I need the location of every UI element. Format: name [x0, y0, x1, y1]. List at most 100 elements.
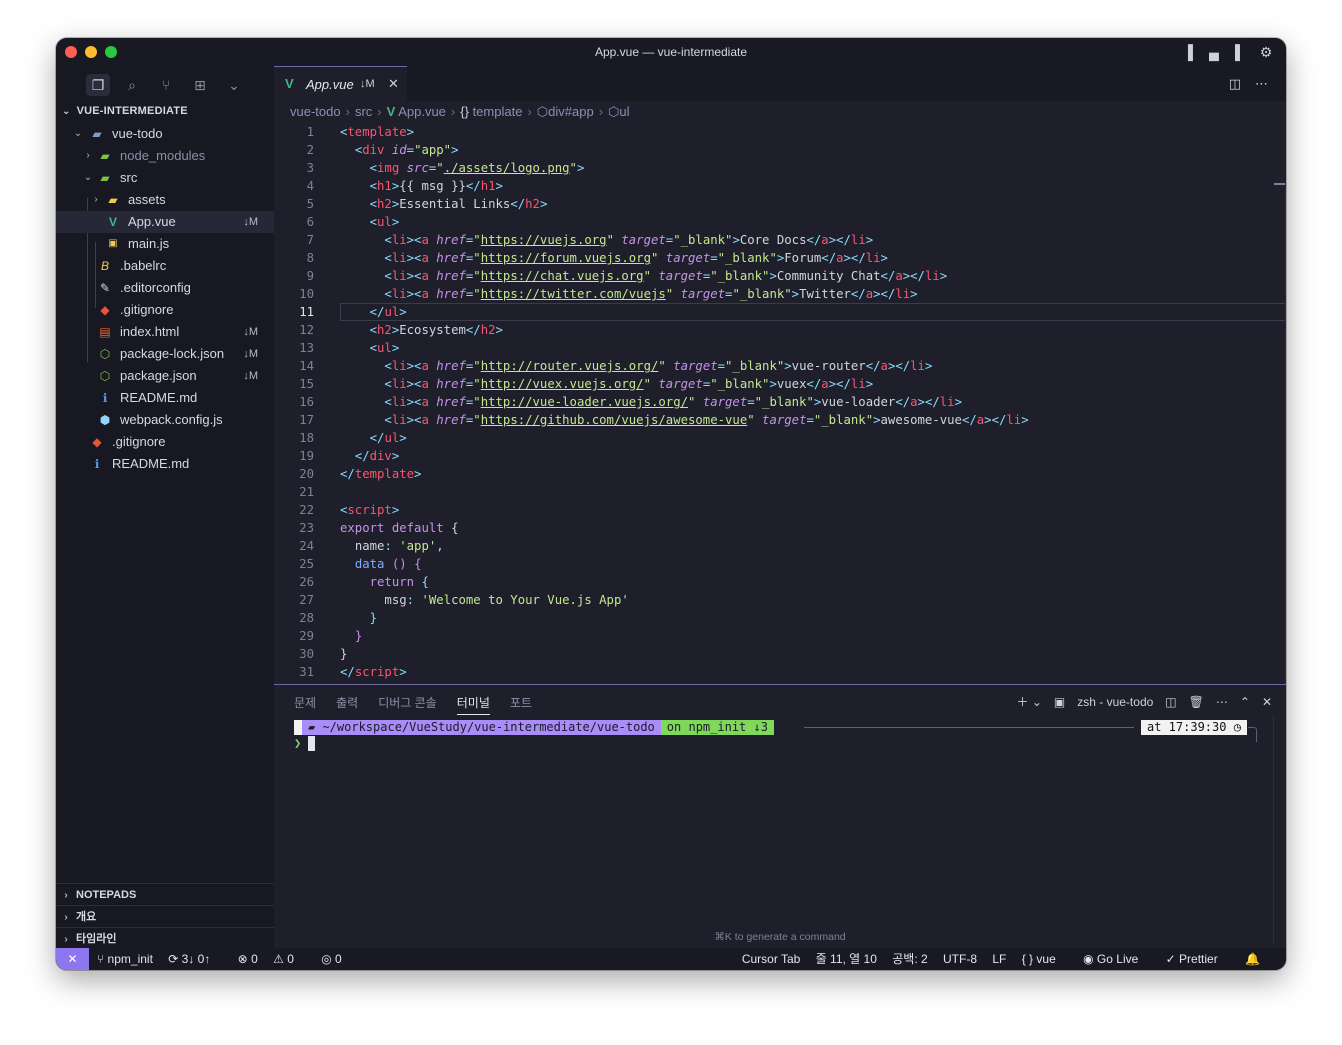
- tab-close-icon[interactable]: ✕: [388, 76, 399, 92]
- line-number: 17: [299, 413, 314, 427]
- folder-icon: ▰: [308, 720, 323, 734]
- prettier-status[interactable]: ✓ Prettier: [1166, 952, 1230, 966]
- code-line: export default {: [340, 521, 459, 535]
- tree-file-gitignore-root[interactable]: ◆ .gitignore: [56, 431, 274, 453]
- explorer-files-icon[interactable]: ❐: [86, 74, 110, 96]
- section-outline[interactable]: › 개요: [56, 905, 274, 928]
- problems-status[interactable]: ⊗ 0 ⚠ 0: [238, 952, 306, 966]
- folder-open-icon: ▰: [92, 127, 102, 141]
- extensions-icon[interactable]: ⊞: [188, 74, 212, 96]
- tree-folder-node-modules[interactable]: › ▰ node_modules: [56, 145, 274, 167]
- toggle-sidebar-icon[interactable]: ▐: [1180, 44, 1196, 60]
- branch-status[interactable]: ⑂ npm_init ⟳ 3↓ 0↑: [97, 952, 222, 966]
- js-file-icon: ▣: [108, 238, 118, 249]
- code-line: <template>: [340, 125, 415, 139]
- tab-app-vue[interactable]: V App.vue ↓M ✕: [274, 66, 407, 102]
- new-terminal-plus-icon[interactable]: ＋ ⌄: [1017, 693, 1042, 710]
- code-line: <h2>Ecosystem</h2>: [369, 323, 503, 337]
- webpack-icon: ⬢: [99, 413, 111, 427]
- tree-file-babelrc[interactable]: B .babelrc: [56, 255, 274, 277]
- code-editor[interactable]: 1 2 3 4 5 6 7 8 9 10 11 12 13 14 15 16 1…: [274, 123, 1286, 740]
- tree-file-main-js[interactable]: ▣ main.js: [56, 233, 274, 255]
- split-editor-icon[interactable]: ◫: [1229, 76, 1241, 92]
- breadcrumb-item[interactable]: ul: [619, 104, 629, 119]
- breadcrumb-item[interactable]: div#app: [548, 104, 594, 119]
- tree-file-readme-src[interactable]: ℹ README.md: [56, 387, 274, 409]
- indentation-status[interactable]: 공백: 2: [892, 952, 927, 966]
- section-notepads[interactable]: › NOTEPADS: [56, 883, 274, 906]
- explorer-sidebar: ❐ ⌕ ⑂ ⊞ ⌄ ⌄ VUE-INTERMEDIATE ⌄ ▰ vue-todo…: [56, 66, 274, 948]
- tab-problems[interactable]: 문제: [294, 694, 316, 715]
- tree-file-index-html[interactable]: ▤ index.html ↓M: [56, 321, 274, 343]
- eol-status[interactable]: LF: [992, 952, 1006, 966]
- line-number: 31: [299, 665, 314, 679]
- encoding-status[interactable]: UTF-8: [943, 952, 977, 966]
- info-icon: ℹ: [94, 457, 100, 471]
- more-views-chevron-icon[interactable]: ⌄: [222, 74, 246, 96]
- tree-folder-src[interactable]: ⌄ ▰ src: [56, 167, 274, 189]
- source-control-icon[interactable]: ⑂: [154, 74, 178, 96]
- settings-gear-icon[interactable]: ⚙: [1258, 44, 1274, 60]
- code-line: }: [340, 647, 348, 661]
- braces-icon: {}: [460, 104, 469, 119]
- close-panel-icon[interactable]: ✕: [1262, 695, 1272, 709]
- line-number-current: 11: [299, 305, 314, 319]
- tree-folder-vue-todo[interactable]: ⌄ ▰ vue-todo: [56, 123, 274, 145]
- split-terminal-icon[interactable]: ◫: [1165, 695, 1176, 709]
- editor-scrollbar[interactable]: [1285, 180, 1286, 740]
- tab-debug-console[interactable]: 디버그 콘솔: [378, 694, 437, 715]
- tree-folder-assets[interactable]: › ▰ assets: [56, 189, 274, 211]
- terminal-cursor[interactable]: [308, 736, 315, 751]
- more-icon[interactable]: ⋯: [1216, 695, 1228, 709]
- terminal-scrollbar[interactable]: [1273, 715, 1286, 945]
- tab-ports[interactable]: 포트: [510, 694, 532, 715]
- explorer-root-title[interactable]: ⌄ VUE-INTERMEDIATE: [62, 105, 188, 117]
- breadcrumb-item[interactable]: App.vue: [398, 104, 446, 119]
- prompt-time: at 17:39:30 ◷: [1141, 720, 1247, 735]
- vue-file-icon: V: [285, 76, 294, 91]
- element-icon: ⬡: [608, 104, 620, 119]
- toggle-panel-icon[interactable]: ▄: [1206, 44, 1222, 60]
- go-live-button[interactable]: ◉ Go Live: [1083, 952, 1150, 966]
- code-line: <ul>: [369, 215, 400, 229]
- tree-file-readme-root[interactable]: ℹ README.md: [56, 453, 274, 475]
- tab-terminal[interactable]: 터미널: [456, 694, 490, 715]
- breadcrumb-item[interactable]: vue-todo: [290, 104, 341, 119]
- breadcrumb-item[interactable]: src: [355, 104, 372, 119]
- terminal-name[interactable]: zsh - vue-todo: [1077, 695, 1153, 709]
- ports-status[interactable]: ◎ 0: [321, 952, 354, 966]
- code-line: </ul>: [369, 431, 407, 445]
- trash-icon[interactable]: 🗑: [1189, 695, 1204, 709]
- tab-output[interactable]: 출력: [336, 694, 358, 715]
- code-line: name: 'app',: [354, 539, 444, 553]
- vue-file-icon: V: [386, 104, 396, 119]
- tree-file-app-vue[interactable]: V App.vue ↓M: [56, 211, 274, 233]
- toggle-secondary-sidebar-icon[interactable]: ▌: [1232, 44, 1248, 60]
- tree-file-package-json[interactable]: ⬡ package.json ↓M: [56, 365, 274, 387]
- code-line: <li><a href="http://router.vuejs.org/" t…: [384, 359, 933, 373]
- code-line: <li><a href="http://vuex.vuejs.org/" tar…: [384, 377, 874, 391]
- tree-file-gitignore-src[interactable]: ◆ .gitignore: [56, 299, 274, 321]
- language-mode[interactable]: { } vue: [1022, 952, 1068, 966]
- remote-indicator-icon[interactable]: ✕: [56, 948, 89, 970]
- prompt-git-status: on npm_init ↓3: [660, 720, 774, 735]
- notifications-bell-icon[interactable]: 🔔: [1245, 952, 1260, 966]
- terminal-icon: ▣: [1053, 694, 1066, 709]
- tree-file-editorconfig[interactable]: ✎ .editorconfig: [56, 277, 274, 299]
- search-icon[interactable]: ⌕: [120, 74, 144, 96]
- tree-file-package-lock-json[interactable]: ⬡ package-lock.json ↓M: [56, 343, 274, 365]
- line-number: 18: [299, 431, 314, 445]
- code-line: </ul>: [369, 305, 407, 319]
- breadcrumb-item[interactable]: template: [473, 104, 523, 119]
- line-number: 7: [306, 233, 314, 247]
- more-actions-icon[interactable]: ⋯: [1255, 76, 1268, 92]
- cursor-position[interactable]: 줄 11, 열 10: [816, 952, 877, 966]
- section-timeline[interactable]: › 타임라인: [56, 927, 274, 950]
- maximize-panel-chevron-icon[interactable]: ⌃: [1240, 695, 1250, 709]
- git-icon: ◆: [92, 435, 102, 449]
- code-line: }: [354, 629, 363, 643]
- src-folder-icon: ▰: [100, 171, 110, 185]
- cursor-tab-status[interactable]: Cursor Tab: [742, 952, 800, 966]
- node-json-icon: ⬡: [99, 347, 111, 361]
- tree-file-webpack-config[interactable]: ⬢ webpack.config.js: [56, 409, 274, 431]
